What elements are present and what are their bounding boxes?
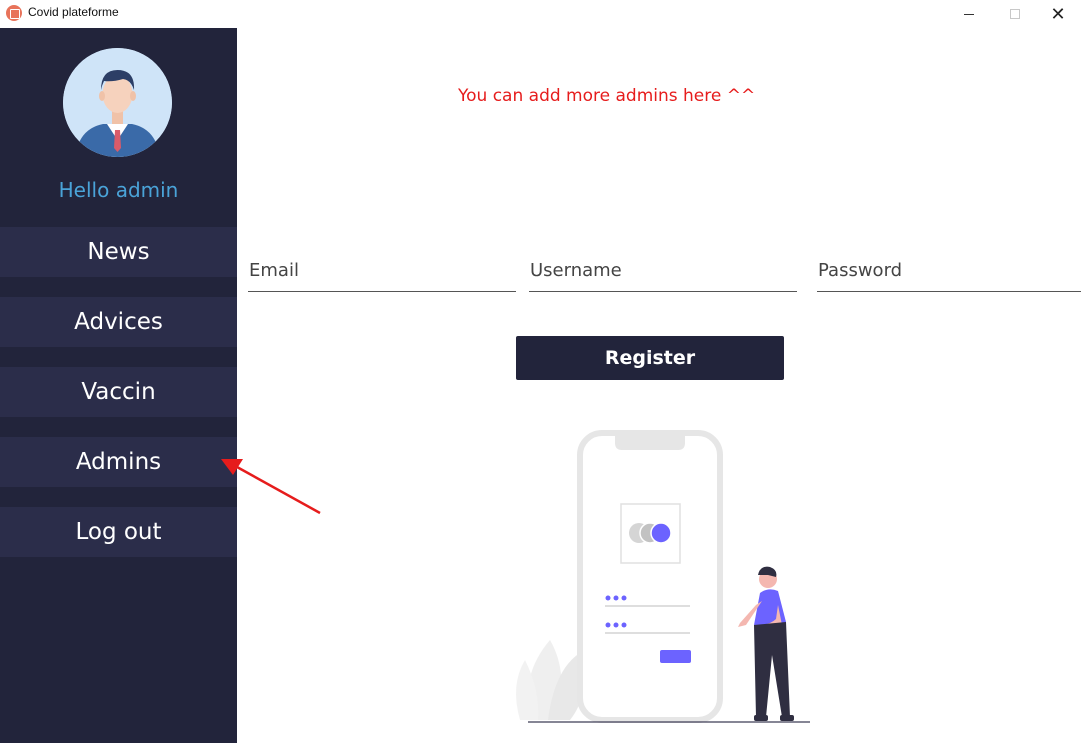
sidebar-item-advices[interactable]: Advices [0,297,237,347]
sidebar-item-news[interactable]: News [0,227,237,277]
phone-icon [577,430,723,723]
sidebar-item-label: News [87,239,150,265]
sidebar-item-logout[interactable]: Log out [0,507,237,557]
window-title: Covid plateforme [28,5,119,19]
sidebar-item-label: Admins [75,449,162,475]
maximize-icon [1010,9,1020,19]
sidebar-item-label: Log out [75,519,162,545]
register-button[interactable]: Register [516,336,784,380]
sidebar: Hello admin News Advices Vaccin Admins L… [0,28,237,743]
maximize-button[interactable] [992,0,1038,28]
minimize-button[interactable] [946,0,992,28]
password-input[interactable] [817,250,1081,290]
email-field[interactable] [248,250,516,292]
close-button[interactable]: ✕ [1035,0,1081,28]
greeting-text: Hello admin [58,178,179,202]
user-avatar-icon [63,48,172,157]
app-logo-icon [6,5,22,21]
email-input[interactable] [248,250,516,290]
admin-hint-text: You can add more admins here ^^ [458,86,756,106]
close-icon: ✕ [1050,3,1066,25]
red-arrow-annotation [221,459,321,515]
sidebar-item-vaccin[interactable]: Vaccin [0,367,237,417]
minimize-icon [964,13,974,15]
login-illustration [516,430,810,723]
username-input[interactable] [529,250,797,290]
sidebar-item-admins[interactable]: Admins [0,437,237,487]
window-titlebar: Covid plateforme ✕ [0,0,1081,28]
sidebar-item-label: Vaccin [81,379,156,405]
sidebar-item-label: Advices [74,309,163,335]
username-field[interactable] [529,250,797,292]
password-field[interactable] [817,250,1081,292]
